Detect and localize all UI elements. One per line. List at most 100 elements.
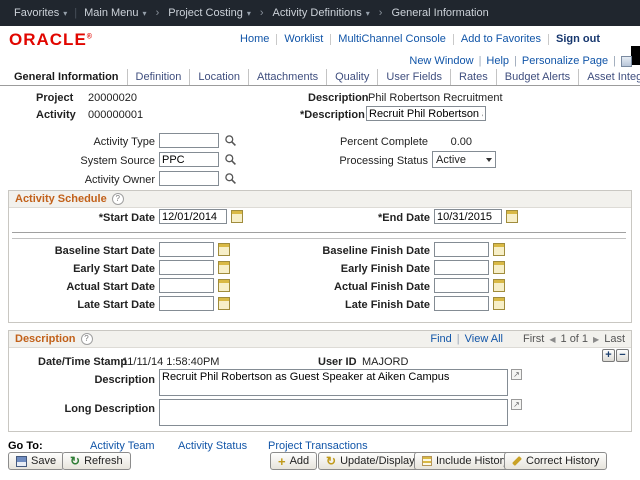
separator: [548, 34, 549, 45]
activity-label: Activity: [36, 109, 76, 121]
correct-history-icon: [512, 456, 522, 466]
description-field-label: Description: [60, 374, 155, 386]
help-icon[interactable]: ?: [112, 193, 124, 205]
divider: [12, 238, 626, 239]
add-row-button[interactable]: +: [602, 349, 615, 362]
calendar-icon[interactable]: [493, 243, 505, 256]
actual-finish-date-label: Actual Finish Date: [300, 281, 430, 293]
new-window-link[interactable]: New Window: [409, 55, 473, 67]
personalize-page-link[interactable]: Personalize Page: [522, 55, 608, 67]
system-source-input[interactable]: [159, 152, 219, 167]
main-menu[interactable]: Main Menu ▾: [78, 7, 152, 19]
calendar-icon[interactable]: [231, 210, 243, 223]
favorites-menu[interactable]: Favorites ▾: [8, 7, 73, 19]
update-display-button[interactable]: ↻ Update/Display: [318, 452, 423, 470]
screen-artifact: [631, 46, 640, 65]
separator: |: [514, 55, 517, 67]
project-description-value: Phil Robertson Recruitment: [368, 92, 503, 104]
first-label: First: [523, 333, 544, 345]
home-link[interactable]: Home: [240, 33, 269, 45]
system-source-lookup-icon[interactable]: [224, 153, 237, 166]
tab-asset-integration-rules[interactable]: Asset Integration Rules: [579, 69, 640, 85]
late-finish-date-input[interactable]: [434, 296, 489, 311]
expand-textarea-icon[interactable]: ↗: [511, 369, 522, 380]
tab-user-fields[interactable]: User Fields: [378, 69, 451, 85]
calendar-icon[interactable]: [493, 279, 505, 292]
activity-type-input[interactable]: [159, 133, 219, 148]
include-history-button[interactable]: Include History: [414, 452, 517, 470]
actual-start-date-input[interactable]: [159, 278, 214, 293]
view-all-link[interactable]: View All: [465, 333, 503, 345]
save-icon: [16, 456, 27, 467]
delete-row-button[interactable]: −: [616, 349, 629, 362]
help-link[interactable]: Help: [486, 55, 509, 67]
help-icon[interactable]: ?: [81, 333, 93, 345]
end-date-input[interactable]: [434, 209, 502, 224]
save-button[interactable]: Save: [8, 452, 64, 470]
breadcrumb-label: General Information: [391, 7, 488, 19]
update-display-icon: ↻: [326, 456, 336, 467]
activity-owner-lookup-icon[interactable]: [224, 172, 237, 185]
previous-row-icon[interactable]: ◀: [549, 335, 555, 344]
activity-schedule-title: Activity Schedule: [15, 193, 107, 205]
breadcrumb-activity-definitions[interactable]: Activity Definitions ▾: [267, 7, 376, 19]
activity-owner-input[interactable]: [159, 171, 219, 186]
description-title: Description: [15, 333, 76, 345]
tab-general-information[interactable]: General Information: [6, 69, 128, 85]
processing-status-label: Processing Status: [330, 155, 428, 167]
project-transactions-link[interactable]: Project Transactions: [268, 440, 368, 452]
datetime-stamp-label: Date/Time Stamp: [38, 356, 127, 368]
add-to-favorites-link[interactable]: Add to Favorites: [461, 33, 541, 45]
page-tabs: General Information Definition Location …: [0, 70, 640, 86]
baseline-start-date-input[interactable]: [159, 242, 214, 257]
start-date-label: *Start Date: [30, 212, 155, 224]
chevron-down-icon: ▾: [247, 9, 251, 18]
early-finish-date-input[interactable]: [434, 260, 489, 275]
separator: |: [613, 55, 616, 67]
calendar-icon[interactable]: [493, 297, 505, 310]
calendar-icon[interactable]: [218, 261, 230, 274]
activity-status-link[interactable]: Activity Status: [178, 440, 247, 452]
correct-history-button[interactable]: Correct History: [504, 452, 607, 470]
early-start-date-input[interactable]: [159, 260, 214, 275]
separator: [453, 34, 454, 45]
calendar-icon[interactable]: [218, 279, 230, 292]
next-row-icon[interactable]: ▶: [593, 335, 599, 344]
sign-out-link[interactable]: Sign out: [556, 33, 600, 45]
late-start-date-input[interactable]: [159, 296, 214, 311]
divider: [12, 232, 626, 233]
separator: |: [479, 55, 482, 67]
activity-type-lookup-icon[interactable]: [224, 134, 237, 147]
breadcrumb-project-costing[interactable]: Project Costing ▾: [162, 7, 257, 19]
calendar-icon[interactable]: [218, 243, 230, 256]
last-label: Last: [604, 333, 625, 345]
baseline-finish-date-label: Baseline Finish Date: [300, 245, 430, 257]
tab-budget-alerts[interactable]: Budget Alerts: [497, 69, 579, 85]
long-description-textarea[interactable]: [159, 399, 508, 426]
tab-attachments[interactable]: Attachments: [249, 69, 327, 85]
baseline-finish-date-input[interactable]: [434, 242, 489, 257]
page-link-icon[interactable]: [621, 56, 632, 67]
tab-rates[interactable]: Rates: [451, 69, 497, 85]
expand-textarea-icon[interactable]: ↗: [511, 399, 522, 410]
tab-quality[interactable]: Quality: [327, 69, 378, 85]
activity-team-link[interactable]: Activity Team: [90, 440, 155, 452]
activity-description-input[interactable]: [366, 106, 486, 121]
description-textarea[interactable]: Recruit Phil Robertson as Guest Speaker …: [159, 369, 508, 396]
include-history-icon: [422, 456, 432, 466]
calendar-icon[interactable]: [493, 261, 505, 274]
start-date-input[interactable]: [159, 209, 227, 224]
actual-finish-date-input[interactable]: [434, 278, 489, 293]
add-button[interactable]: + Add: [270, 452, 317, 470]
system-source-label: System Source: [55, 155, 155, 167]
worklist-link[interactable]: Worklist: [284, 33, 323, 45]
processing-status-select[interactable]: Active: [432, 151, 496, 168]
calendar-icon[interactable]: [506, 210, 518, 223]
multichannel-console-link[interactable]: MultiChannel Console: [338, 33, 446, 45]
tab-definition[interactable]: Definition: [128, 69, 191, 85]
tab-location[interactable]: Location: [190, 69, 249, 85]
breadcrumb-general-information[interactable]: General Information: [385, 7, 494, 19]
find-link[interactable]: Find: [430, 333, 451, 345]
calendar-icon[interactable]: [218, 297, 230, 310]
refresh-button[interactable]: ↻ Refresh: [62, 452, 131, 470]
